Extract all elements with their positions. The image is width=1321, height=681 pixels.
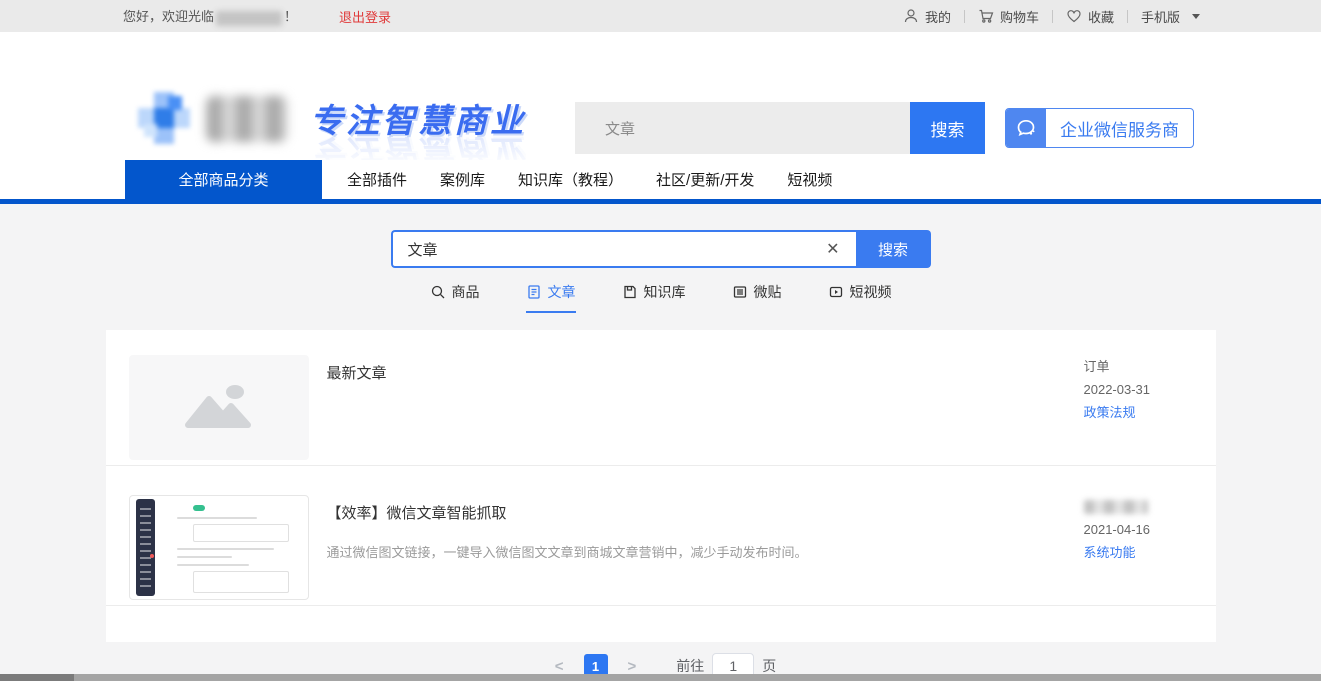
divider [1052,10,1053,23]
result-2-category-link[interactable]: 系统功能 [1084,546,1151,559]
header-search-input[interactable] [575,102,910,154]
post-icon [732,284,748,300]
greeting-prefix: 您好，欢迎光临 [123,9,214,24]
horizontal-scrollbar[interactable] [0,674,1321,681]
thumb-admin-sidebar [136,499,155,596]
nav-item-all-categories[interactable]: 全部商品分类 [125,160,322,199]
greeting-text: 您好，欢迎光临 ！ [123,6,297,25]
results-card: 最新文章 订单 2022-03-31 政策法规 [106,330,1216,642]
tab-goods[interactable]: 商品 [430,282,480,313]
wechat-service-label: 企业微信服务商 [1046,109,1193,147]
mobile-version-menu[interactable]: 手机版 [1141,7,1200,26]
result-1-thumbnail[interactable] [129,355,309,460]
nav-links: 全部插件 案例库 知识库（教程） 社区/更新/开发 短视频 [347,160,832,199]
page-unit-label: 页 [762,656,776,675]
favorites-label: 收藏 [1088,7,1114,26]
nav-item-short-video[interactable]: 短视频 [787,169,832,190]
result-item-1[interactable]: 最新文章 订单 2022-03-31 政策法规 [106,330,1216,466]
my-account-label: 我的 [925,7,951,26]
nav-item-all-plugins[interactable]: 全部插件 [347,169,407,190]
image-placeholder-icon [182,379,256,436]
header-search: 搜索 [575,102,985,154]
cart-icon [978,8,994,24]
result-2-author-blurred [1084,500,1148,514]
greeting-suffix: ！ [284,9,297,24]
tab-articles[interactable]: 文章 [526,282,576,313]
result-type-tabs: 商品 文章 知识库 [0,282,1321,313]
wechat-work-icon [1006,109,1046,147]
cart-label: 购物车 [1000,7,1039,26]
nav-item-knowledge-base[interactable]: 知识库（教程） [518,169,623,190]
pagination: < 1 > 前往 页 [0,653,1321,675]
logout-link[interactable]: 退出登录 [339,7,391,26]
result-item-2[interactable]: 【效率】微信文章智能抓取 通过微信图文链接，一键导入微信图文文章到商城文章营销中… [106,466,1216,606]
topbar-right: 我的 购物车 收藏 [903,7,1200,26]
scrollbar-thumb[interactable] [0,674,74,681]
result-1-main: 最新文章 [327,355,387,460]
tab-knowledge[interactable]: 知识库 [622,282,686,313]
topbar: 您好，欢迎光临 ！ 退出登录 我的 购物车 [0,0,1321,32]
site-logo[interactable]: 专注智慧商业 专注智慧商业 [138,92,526,162]
clear-search-icon[interactable]: ✕ [822,239,843,259]
content-search-input[interactable] [408,241,823,258]
divider [964,10,965,23]
tab-articles-label: 文章 [548,282,576,302]
result-2-thumbnail[interactable] [129,495,309,600]
main-nav: 全部商品分类 全部插件 案例库 知识库（教程） 社区/更新/开发 短视频 [0,160,1321,199]
cart-link[interactable]: 购物车 [978,7,1039,26]
heart-icon [1066,8,1082,24]
result-2-date: 2021-04-16 [1084,523,1151,536]
thumb-admin-panel [163,502,302,593]
next-page-button[interactable]: > [618,658,647,675]
thumb-admin-badge [150,554,154,558]
logo-mark-blurred [138,92,190,144]
logo-name-blurred [206,96,288,142]
nav-item-community[interactable]: 社区/更新/开发 [656,169,754,190]
header-search-button[interactable]: 搜索 [910,102,985,154]
mobile-version-label: 手机版 [1141,7,1180,26]
result-1-date: 2022-03-31 [1084,383,1151,396]
result-1-title[interactable]: 最新文章 [327,362,387,383]
nav-item-case-library[interactable]: 案例库 [440,169,485,190]
divider [1127,10,1128,23]
header: 专注智慧商业 专注智慧商业 搜索 企业微信服务商 [0,32,1321,160]
tab-short-video-label: 短视频 [850,282,892,302]
video-icon [828,284,844,300]
goto-page-input[interactable] [712,653,754,675]
my-account-link[interactable]: 我的 [903,7,951,26]
logo-slogan-wrap: 专注智慧商业 专注智慧商业 [310,94,526,162]
result-1-meta: 订单 2022-03-31 政策法规 [1084,360,1151,429]
tab-knowledge-label: 知识库 [644,282,686,302]
tab-goods-label: 商品 [452,282,480,302]
content-search: ✕ 搜索 [391,230,931,268]
user-icon [903,8,919,24]
knowledge-icon [622,284,638,300]
content-search-input-wrap: ✕ [391,230,856,268]
result-2-main: 【效率】微信文章智能抓取 通过微信图文链接，一键导入微信图文文章到商城文章营销中… [327,495,808,600]
current-page-button[interactable]: 1 [584,654,608,675]
content-search-button[interactable]: 搜索 [856,230,931,268]
favorites-link[interactable]: 收藏 [1066,7,1114,26]
censored-username [216,11,282,26]
page: 您好，欢迎光临 ！ 退出登录 我的 购物车 [0,0,1321,681]
result-2-meta: 2021-04-16 系统功能 [1084,500,1151,569]
result-2-description: 通过微信图文链接，一键导入微信图文文章到商城文章营销中，减少手动发布时间。 [327,542,808,561]
goto-label: 前往 [676,656,704,675]
tab-posts-label: 微贴 [754,282,782,302]
wechat-service-button[interactable]: 企业微信服务商 [1005,108,1194,148]
tab-short-video[interactable]: 短视频 [828,282,892,313]
article-icon [526,284,542,300]
search-icon [430,284,446,300]
result-1-type: 订单 [1084,360,1151,373]
result-2-title[interactable]: 【效率】微信文章智能抓取 [327,502,808,523]
topbar-left: 您好，欢迎光临 ！ 退出登录 [123,6,391,25]
tab-posts[interactable]: 微贴 [732,282,782,313]
prev-page-button[interactable]: < [545,658,574,675]
result-1-category-link[interactable]: 政策法规 [1084,406,1151,419]
content: ✕ 搜索 商品 文章 [0,204,1321,675]
chevron-down-icon [1192,14,1200,19]
